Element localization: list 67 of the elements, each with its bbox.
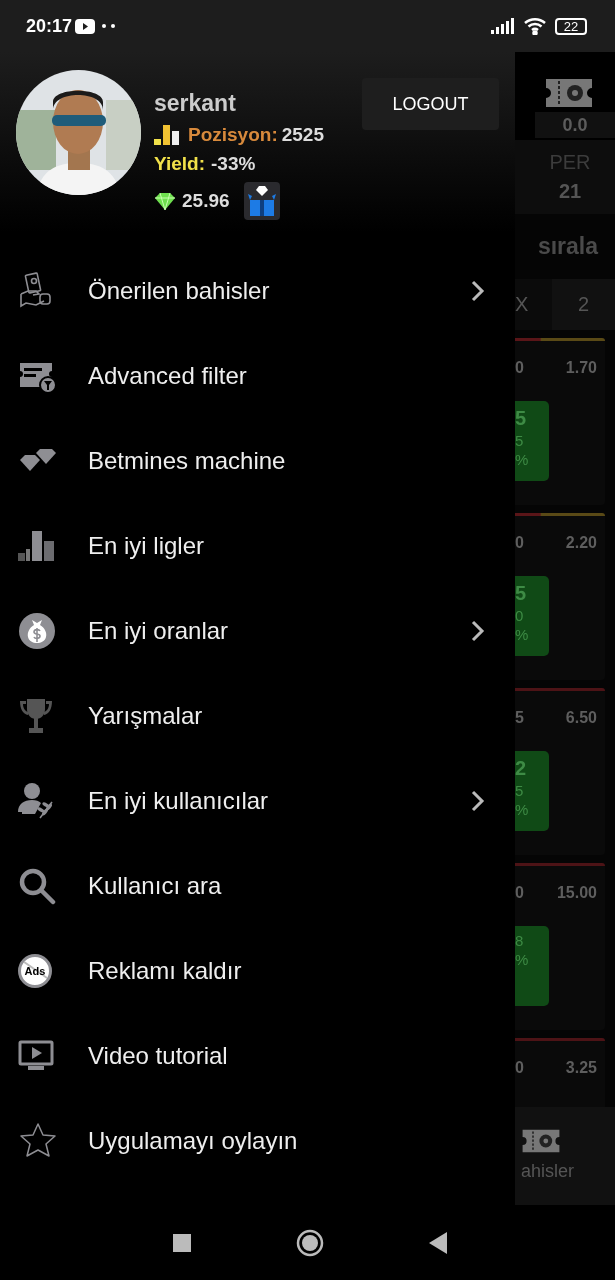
column-value: 21	[558, 180, 582, 204]
odds-value: 5	[515, 709, 524, 727]
odds-value: 0	[515, 1059, 524, 1077]
search-icon	[18, 866, 56, 905]
odds-value: 0	[515, 534, 524, 552]
tip-text: 5	[515, 582, 528, 605]
bar-chart-icon	[154, 125, 182, 145]
balance-value: 0.0	[535, 112, 615, 138]
home-button[interactable]	[296, 1228, 324, 1257]
ticket-icon	[545, 78, 593, 108]
menu-item[interactable]: Kullanıcı ara	[0, 843, 515, 928]
signal-icon	[491, 18, 515, 34]
odds-value: 2.20	[565, 534, 597, 552]
username: serkant	[154, 90, 237, 117]
yield-label: Yield:	[154, 153, 206, 175]
menu-item[interactable]: Video tutorial	[0, 1013, 515, 1098]
odds-value: 3.25	[565, 1059, 597, 1077]
position-label: Pozisyon:	[188, 124, 278, 146]
tip-text: %	[515, 451, 530, 468]
menu-item[interactable]: En iyi kullanıcılar	[0, 758, 515, 843]
menu-item[interactable]: En iyi oranlar	[0, 588, 515, 673]
odds-value: 0	[515, 359, 524, 377]
menu-item[interactable]: Advanced filter	[0, 333, 515, 418]
menu-item[interactable]: Yarışmalar	[0, 673, 515, 758]
column-header: 2	[552, 279, 615, 330]
tip-text: 0	[515, 607, 525, 624]
tip-text: 5	[515, 407, 528, 430]
position-value: 2525	[281, 124, 324, 146]
odds-value: 15.00	[556, 884, 597, 902]
tip-text: 2	[515, 757, 528, 780]
tip-text: %	[515, 801, 530, 818]
tip-text: 5	[515, 432, 525, 449]
column-header: X	[515, 292, 530, 318]
diamond-icon	[154, 191, 176, 211]
menu-item[interactable]: Ads Reklamı kaldır	[0, 928, 515, 1013]
odds-value: 6.50	[565, 709, 597, 727]
clock: 20:17	[26, 15, 73, 37]
video-app-icon	[75, 18, 96, 34]
monitor-play-icon	[18, 1039, 54, 1072]
wifi-icon	[523, 17, 547, 35]
back-button[interactable]	[429, 1231, 447, 1254]
money-bag-icon	[18, 611, 56, 650]
bar-chart-icon	[18, 530, 56, 561]
recents-button[interactable]	[173, 1233, 191, 1252]
trophy-icon	[18, 697, 54, 734]
hand-cash-icon	[18, 271, 54, 310]
odds-value: 0	[515, 884, 524, 902]
dots-icon	[102, 24, 117, 28]
yield-value: -33%	[211, 153, 256, 175]
tip-text: %	[515, 626, 530, 643]
tip-text: 8	[515, 932, 525, 949]
diamond-balance: 25.96	[182, 190, 230, 212]
gift-box-icon[interactable]	[243, 182, 280, 220]
tip-text: %	[515, 951, 530, 968]
star-icon	[18, 1121, 58, 1160]
ticket-icon	[521, 1129, 561, 1153]
tab-label: ahisler	[521, 1161, 575, 1182]
sort-label: sırala	[537, 233, 599, 261]
menu-item[interactable]: Betmines machine	[0, 418, 515, 503]
no-ads-icon: Ads	[18, 953, 52, 988]
menu-item[interactable]: Önerilen bahisler	[0, 248, 515, 333]
tip-text: 5	[515, 782, 525, 799]
menu-item[interactable]: Uygulamayı oylayın	[0, 1098, 515, 1183]
battery-icon: 22	[555, 17, 587, 35]
logout-button[interactable]: LOGOUT	[362, 78, 499, 130]
menu-item[interactable]: En iyi ligler	[0, 503, 515, 588]
odds-value: 1.70	[565, 359, 597, 377]
